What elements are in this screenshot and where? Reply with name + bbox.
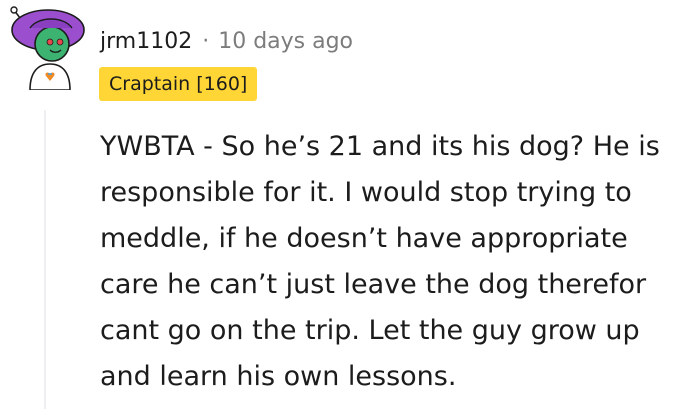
comment-text-line: cant go on the trip. Let the guy grow up xyxy=(100,315,640,346)
timestamp[interactable]: 10 days ago xyxy=(218,29,353,54)
comment-body: YWBTA - So he’s 21 and its his dog? He i… xyxy=(100,124,696,400)
snoo-avatar-icon[interactable] xyxy=(8,6,92,90)
separator-dot: · xyxy=(202,28,210,54)
comment-text-line: meddle, if he doesn’t have appropriate xyxy=(100,223,628,254)
comment-text-line: care he can’t just leave the dog therefo… xyxy=(100,269,647,300)
username-link[interactable]: jrm1102 xyxy=(100,29,192,54)
comment-text-line: and learn his own lessons. xyxy=(100,361,457,392)
user-flair: Craptain [160] xyxy=(99,67,258,101)
comment-text-line: YWBTA - So he’s 21 and its his dog? He i… xyxy=(100,131,660,162)
comment-meta: jrm1102 · 10 days ago xyxy=(100,26,353,56)
thread-line[interactable] xyxy=(44,110,46,409)
comment-text-line: responsible for it. I would stop trying … xyxy=(100,177,632,208)
